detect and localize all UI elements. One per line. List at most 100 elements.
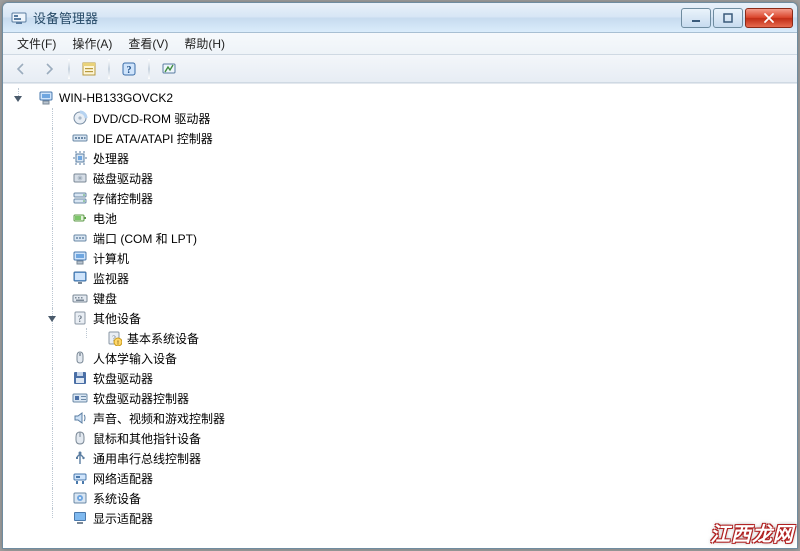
menu-action[interactable]: 操作(A) xyxy=(64,33,120,54)
forward-button[interactable] xyxy=(37,58,61,80)
expand-icon xyxy=(47,233,57,243)
tree-item-label: 电池 xyxy=(93,210,117,227)
arrow-right-icon xyxy=(41,61,57,77)
toolbar-separator xyxy=(108,59,110,79)
tree-item-label: 监视器 xyxy=(93,270,129,287)
menu-file[interactable]: 文件(F) xyxy=(9,33,64,54)
tree-item[interactable]: 声音、视频和游戏控制器 xyxy=(61,408,797,428)
tree-item-label: 端口 (COM 和 LPT) xyxy=(93,230,197,247)
collapse-icon[interactable] xyxy=(47,313,57,323)
hid-icon xyxy=(72,350,88,366)
minimize-button[interactable] xyxy=(681,8,711,28)
tree-item[interactable]: 计算机 xyxy=(61,248,797,268)
unknown-warn-icon xyxy=(106,330,122,346)
window-buttons xyxy=(681,8,793,28)
tree-item-label: WIN-HB133GOVCK2 xyxy=(59,91,173,105)
tree-item-label: DVD/CD-ROM 驱动器 xyxy=(93,110,210,127)
scan-button[interactable] xyxy=(157,58,181,80)
display-icon xyxy=(72,510,88,526)
toolbar: ? xyxy=(3,55,797,83)
expand-icon xyxy=(47,493,57,503)
tree-item[interactable]: 显示适配器 xyxy=(61,508,797,528)
tree-item-label: 存储控制器 xyxy=(93,190,153,207)
tree-item[interactable]: 其他设备 xyxy=(61,308,797,328)
tree-item[interactable]: 软盘驱动器控制器 xyxy=(61,388,797,408)
tree-item[interactable]: 网络适配器 xyxy=(61,468,797,488)
expand-icon xyxy=(47,273,57,283)
usb-icon xyxy=(72,450,88,466)
computer-icon xyxy=(72,250,88,266)
battery-icon xyxy=(72,210,88,226)
tree-item[interactable]: DVD/CD-ROM 驱动器 xyxy=(61,108,797,128)
tree-item[interactable]: 系统设备 xyxy=(61,488,797,508)
expand-icon xyxy=(47,453,57,463)
properties-button[interactable] xyxy=(77,58,101,80)
expand-icon xyxy=(47,253,57,263)
tree-item-label: 处理器 xyxy=(93,150,129,167)
help-button[interactable]: ? xyxy=(117,58,141,80)
expand-icon xyxy=(47,373,57,383)
tree-item-label: 软盘驱动器 xyxy=(93,370,153,387)
expand-icon xyxy=(47,293,57,303)
storage-icon xyxy=(72,190,88,206)
close-button[interactable] xyxy=(745,8,793,28)
expand-icon xyxy=(47,133,57,143)
tree-item[interactable]: 电池 xyxy=(61,208,797,228)
back-button[interactable] xyxy=(9,58,33,80)
watermark: 江西龙网 xyxy=(710,518,794,547)
tree-item-label: 鼠标和其他指针设备 xyxy=(93,430,201,447)
expand-icon xyxy=(81,333,91,343)
tree-item[interactable]: 软盘驱动器 xyxy=(61,368,797,388)
tree-item-label: 计算机 xyxy=(93,250,129,267)
title-bar[interactable]: 设备管理器 xyxy=(3,3,797,33)
arrow-left-icon xyxy=(13,61,29,77)
tree-item-label: 人体学输入设备 xyxy=(93,350,177,367)
properties-icon xyxy=(81,61,97,77)
expand-icon xyxy=(47,413,57,423)
menu-help[interactable]: 帮助(H) xyxy=(176,33,233,54)
expand-icon xyxy=(47,113,57,123)
menu-bar: 文件(F) 操作(A) 查看(V) 帮助(H) xyxy=(3,33,797,55)
tree-item-label: 通用串行总线控制器 xyxy=(93,450,201,467)
tree-item[interactable]: 处理器 xyxy=(61,148,797,168)
tree-item[interactable]: 键盘 xyxy=(61,288,797,308)
tree-item-label: 磁盘驱动器 xyxy=(93,170,153,187)
toolbar-separator xyxy=(148,59,150,79)
expand-icon xyxy=(47,513,57,523)
computer-icon xyxy=(38,90,54,106)
expand-icon xyxy=(47,353,57,363)
app-icon xyxy=(11,10,27,26)
scan-icon xyxy=(161,61,177,77)
tree-item[interactable]: WIN-HB133GOVCK2 xyxy=(27,88,797,108)
system-icon xyxy=(72,490,88,506)
menu-view[interactable]: 查看(V) xyxy=(120,33,176,54)
collapse-icon[interactable] xyxy=(13,93,23,103)
tree-item-label: IDE ATA/ATAPI 控制器 xyxy=(93,130,213,147)
unknown-icon xyxy=(72,310,88,326)
ide-icon xyxy=(72,130,88,146)
tree-item[interactable]: 端口 (COM 和 LPT) xyxy=(61,228,797,248)
network-icon xyxy=(72,470,88,486)
expand-icon xyxy=(47,393,57,403)
device-tree-pane[interactable]: WIN-HB133GOVCK2 DVD/CD-ROM 驱动器 IDE ATA/ATA… xyxy=(3,83,797,548)
tree-item-label: 其他设备 xyxy=(93,310,141,327)
tree-item[interactable]: 监视器 xyxy=(61,268,797,288)
tree-item[interactable]: 鼠标和其他指针设备 xyxy=(61,428,797,448)
tree-item[interactable]: IDE ATA/ATAPI 控制器 xyxy=(61,128,797,148)
help-icon: ? xyxy=(121,61,137,77)
floppy-ctrl-icon xyxy=(72,390,88,406)
keyboard-icon xyxy=(72,290,88,306)
expand-icon xyxy=(47,433,57,443)
sound-icon xyxy=(72,410,88,426)
tree-item[interactable]: 磁盘驱动器 xyxy=(61,168,797,188)
tree-item[interactable]: 基本系统设备 xyxy=(95,328,797,348)
tree-item[interactable]: 人体学输入设备 xyxy=(61,348,797,368)
tree-item[interactable]: 通用串行总线控制器 xyxy=(61,448,797,468)
tree-item[interactable]: 存储控制器 xyxy=(61,188,797,208)
tree-item-label: 基本系统设备 xyxy=(127,330,199,347)
maximize-button[interactable] xyxy=(713,8,743,28)
mouse-icon xyxy=(72,430,88,446)
expand-icon xyxy=(47,153,57,163)
tree-item-label: 声音、视频和游戏控制器 xyxy=(93,410,225,427)
monitor-icon xyxy=(72,270,88,286)
